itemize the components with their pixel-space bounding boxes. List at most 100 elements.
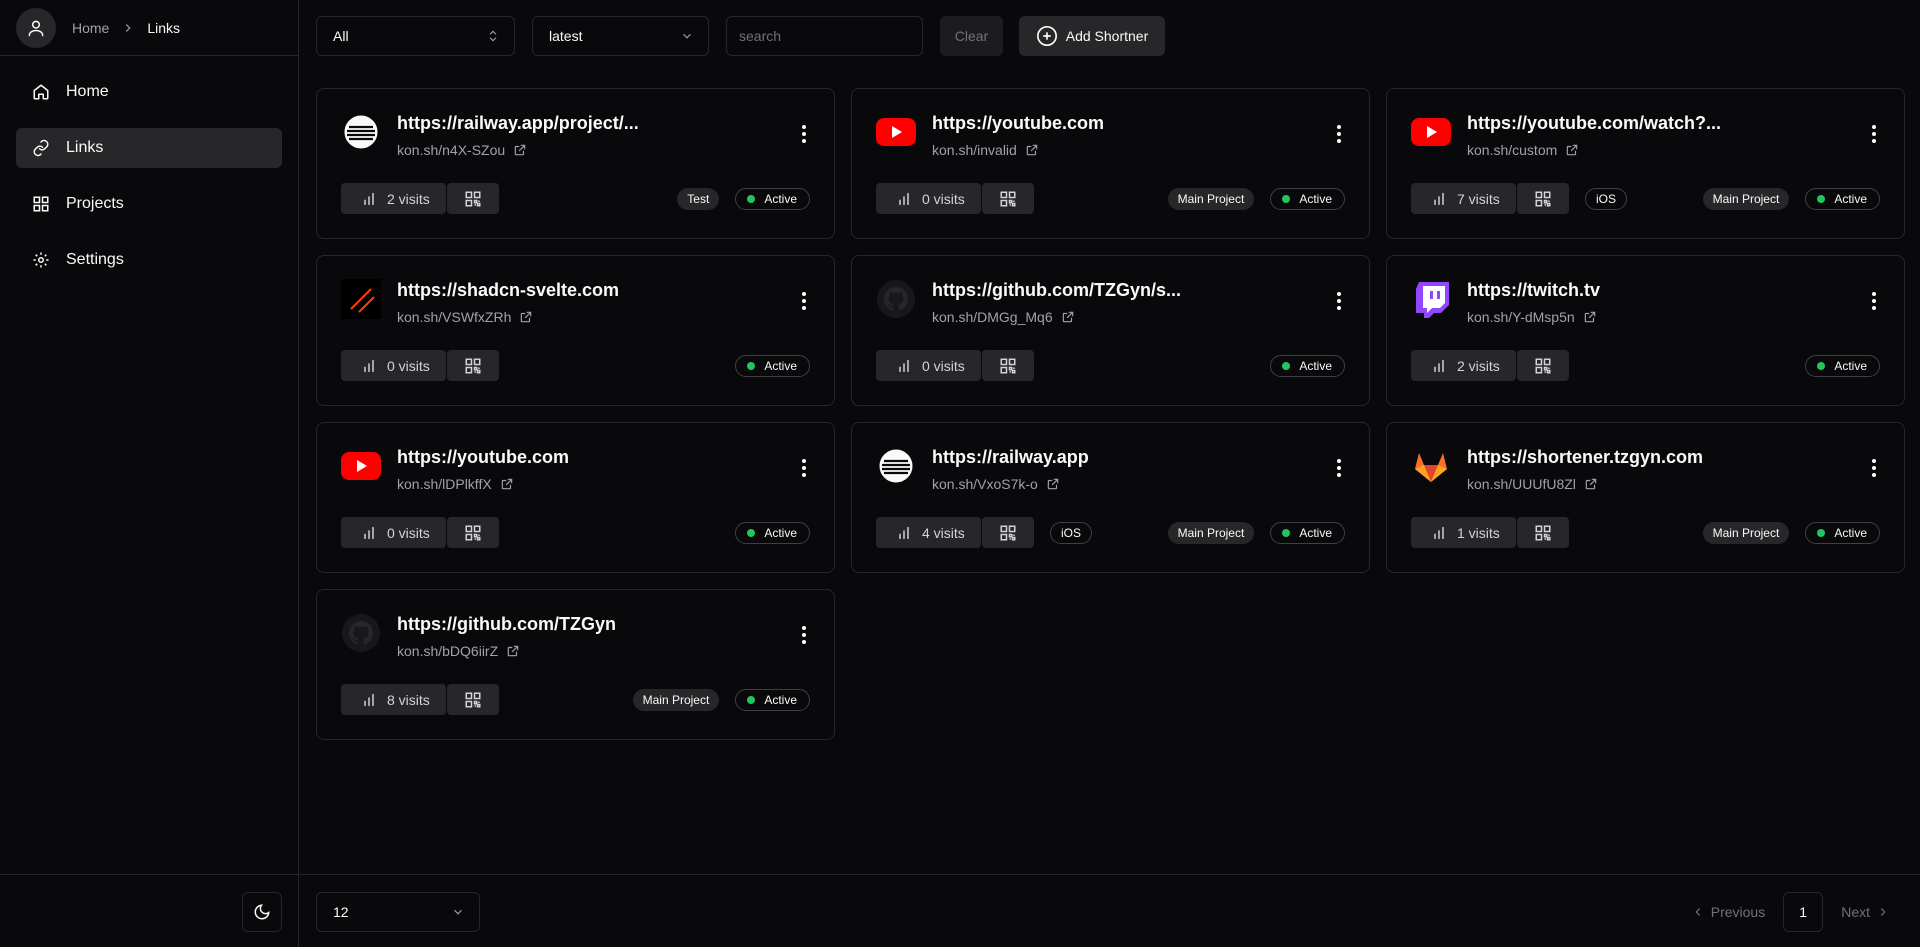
short-link[interactable]: kon.sh/custom (1467, 142, 1579, 158)
kebab-dot (1337, 459, 1341, 463)
short-link[interactable]: kon.sh/invalid (932, 142, 1039, 158)
visits-button[interactable]: 8 visits (341, 684, 446, 715)
link-url[interactable]: https://youtube.com (932, 113, 1104, 134)
external-link-icon[interactable] (513, 143, 527, 157)
external-link-icon[interactable] (500, 477, 514, 491)
link-url[interactable]: https://twitch.tv (1467, 280, 1600, 301)
qr-code-button[interactable] (447, 684, 499, 715)
qr-code-button[interactable] (982, 350, 1034, 381)
more-options-button[interactable] (1872, 459, 1876, 480)
short-link[interactable]: kon.sh/lDPlkffX (397, 476, 514, 492)
status-badge: Active (1805, 522, 1880, 544)
bar-chart-icon (364, 693, 374, 706)
project-badge: Main Project (1167, 188, 1255, 210)
more-options-button[interactable] (1337, 125, 1341, 146)
short-link[interactable]: kon.sh/bDQ6iirZ (397, 643, 520, 659)
sidebar-item-links[interactable]: Links (16, 128, 282, 168)
qr-code-button[interactable] (982, 183, 1034, 214)
status-badge: Active (735, 355, 810, 377)
external-link-icon[interactable] (1565, 143, 1579, 157)
status-text: Active (1834, 192, 1867, 206)
link-url[interactable]: https://github.com/TZGyn (397, 614, 616, 635)
qr-code-button[interactable] (1517, 183, 1569, 214)
qr-code-icon (465, 358, 481, 373)
more-options-button[interactable] (802, 459, 806, 480)
status-badge: Active (735, 689, 810, 711)
link-url[interactable]: https://youtube.com/watch?... (1467, 113, 1721, 134)
kebab-dot (802, 292, 806, 296)
sidebar-item-settings[interactable]: Settings (16, 240, 282, 280)
link-url[interactable]: https://railway.app/project/... (397, 113, 639, 134)
qr-code-button[interactable] (1517, 517, 1569, 548)
external-link-icon[interactable] (1583, 310, 1597, 324)
theme-toggle-button[interactable] (242, 892, 282, 932)
visits-button[interactable]: 0 visits (341, 350, 446, 381)
short-link[interactable]: kon.sh/DMGg_Mq6 (932, 309, 1075, 325)
visits-button[interactable]: 2 visits (341, 183, 446, 214)
page-size-value: 12 (333, 904, 349, 920)
more-options-button[interactable] (1337, 292, 1341, 313)
link-url[interactable]: https://github.com/TZGyn/s... (932, 280, 1181, 301)
status-badge: Active (735, 522, 810, 544)
page-size-select[interactable]: 12 (316, 892, 480, 932)
more-options-button[interactable] (802, 125, 806, 146)
more-options-button[interactable] (802, 292, 806, 313)
external-link-icon[interactable] (519, 310, 533, 324)
external-link-icon[interactable] (506, 644, 520, 658)
project-filter-select[interactable]: All (316, 16, 515, 56)
clear-button[interactable]: Clear (940, 16, 1003, 56)
link-url[interactable]: https://shadcn-svelte.com (397, 280, 619, 301)
link-url[interactable]: https://youtube.com (397, 447, 569, 468)
youtube-favicon-icon (1411, 112, 1451, 152)
visits-button[interactable]: 0 visits (876, 183, 981, 214)
external-link-icon[interactable] (1046, 477, 1060, 491)
qr-code-button[interactable] (982, 517, 1034, 548)
external-link-icon[interactable] (1584, 477, 1598, 491)
sidebar-item-home[interactable]: Home (16, 72, 282, 112)
link-url[interactable]: https://railway.app (932, 447, 1089, 468)
qr-code-button[interactable] (1517, 350, 1569, 381)
external-link-icon[interactable] (1061, 310, 1075, 324)
kebab-dot (802, 459, 806, 463)
short-link[interactable]: kon.sh/n4X-SZou (397, 142, 527, 158)
chevron-down-icon (454, 909, 462, 915)
short-link[interactable]: kon.sh/Y-dMsp5n (1467, 309, 1597, 325)
user-avatar-button[interactable] (16, 7, 56, 48)
short-link-text: kon.sh/n4X-SZou (397, 142, 506, 158)
link-url[interactable]: https://shortener.tzgyn.com (1467, 447, 1703, 468)
short-link[interactable]: kon.sh/VxoS7k-o (932, 476, 1060, 492)
sidebar-item-projects[interactable]: Projects (16, 184, 282, 224)
visits-button[interactable]: 0 visits (876, 350, 981, 381)
previous-page-button[interactable]: Previous (1681, 904, 1775, 920)
status-dot (1817, 529, 1826, 537)
kebab-dot (1337, 306, 1341, 310)
sort-select[interactable]: latest (532, 16, 709, 56)
external-link-icon[interactable] (1025, 143, 1039, 157)
more-options-button[interactable] (1872, 292, 1876, 313)
add-shortener-button[interactable]: Add Shortner (1019, 16, 1165, 56)
more-options-button[interactable] (1337, 459, 1341, 480)
visits-button[interactable]: 0 visits (341, 517, 446, 548)
more-options-button[interactable] (1872, 125, 1876, 146)
breadcrumb-home[interactable]: Home (72, 20, 109, 36)
short-link[interactable]: kon.sh/UUUfU8Zl (1467, 476, 1598, 492)
more-options-button[interactable] (802, 626, 806, 647)
qr-code-button[interactable] (447, 350, 499, 381)
bar-chart-icon (899, 192, 909, 205)
qr-code-button[interactable] (447, 183, 499, 214)
kebab-dot (802, 125, 806, 129)
next-page-button[interactable]: Next (1831, 904, 1900, 920)
search-input[interactable] (726, 16, 923, 56)
railway-favicon-icon (341, 112, 381, 152)
page-number-button[interactable]: 1 (1783, 892, 1824, 932)
visits-button[interactable]: 7 visits (1411, 183, 1516, 214)
bar-chart-icon (1434, 359, 1444, 372)
add-shortener-label: Add Shortner (1065, 28, 1149, 44)
visits-button[interactable]: 1 visits (1411, 517, 1516, 548)
visits-button[interactable]: 4 visits (876, 517, 981, 548)
sidebar-item-label: Projects (66, 195, 124, 212)
kebab-dot (1337, 299, 1341, 303)
qr-code-button[interactable] (447, 517, 499, 548)
visits-button[interactable]: 2 visits (1411, 350, 1516, 381)
short-link[interactable]: kon.sh/VSWfxZRh (397, 309, 533, 325)
